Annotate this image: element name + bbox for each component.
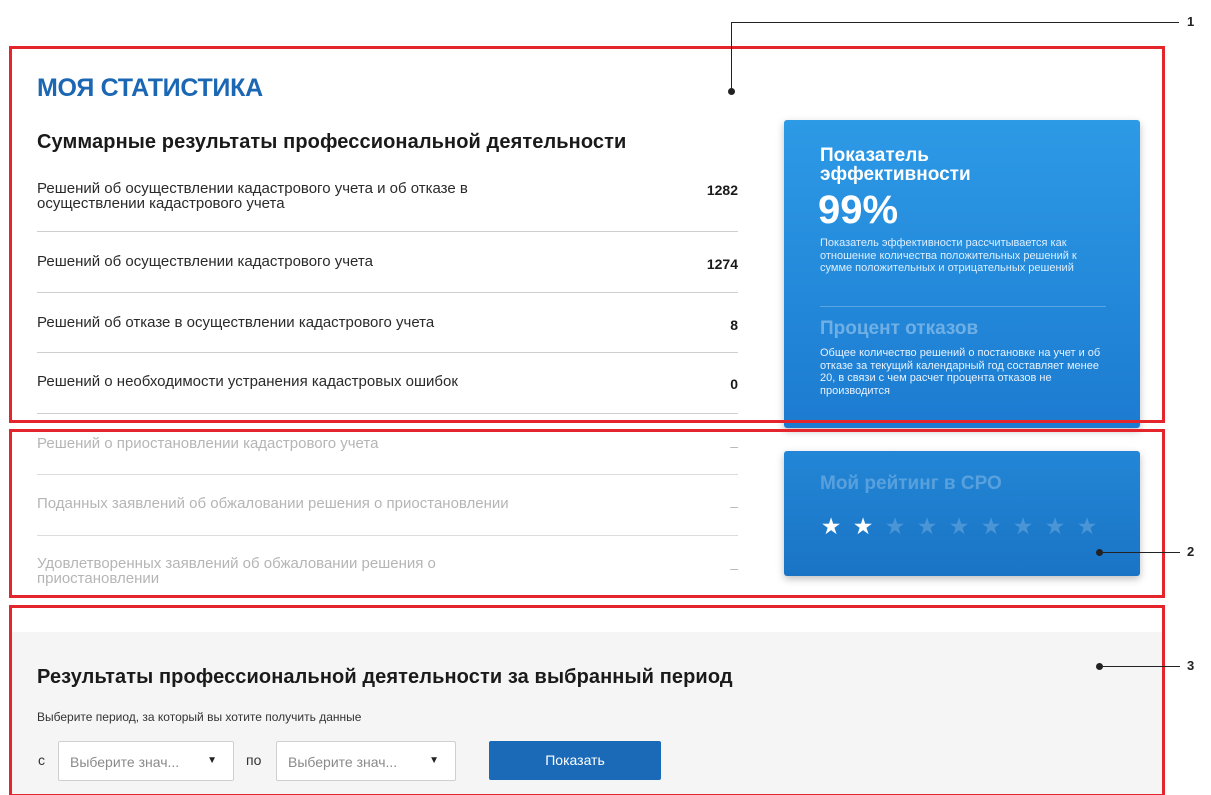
annotation-frame-3	[9, 605, 1165, 795]
callout-line	[731, 22, 732, 91]
annotation-frame-2	[9, 429, 1165, 598]
callout-line	[1100, 552, 1180, 553]
callout-dot	[1096, 663, 1103, 670]
callout-number: 1	[1187, 14, 1195, 29]
callout-dot	[1096, 549, 1103, 556]
callout-number: 2	[1187, 544, 1195, 559]
annotation-frame-1	[9, 46, 1165, 423]
callout-line	[1100, 666, 1180, 667]
callout-number: 3	[1187, 658, 1195, 673]
callout-line	[731, 22, 1179, 23]
callout-dot	[728, 88, 735, 95]
